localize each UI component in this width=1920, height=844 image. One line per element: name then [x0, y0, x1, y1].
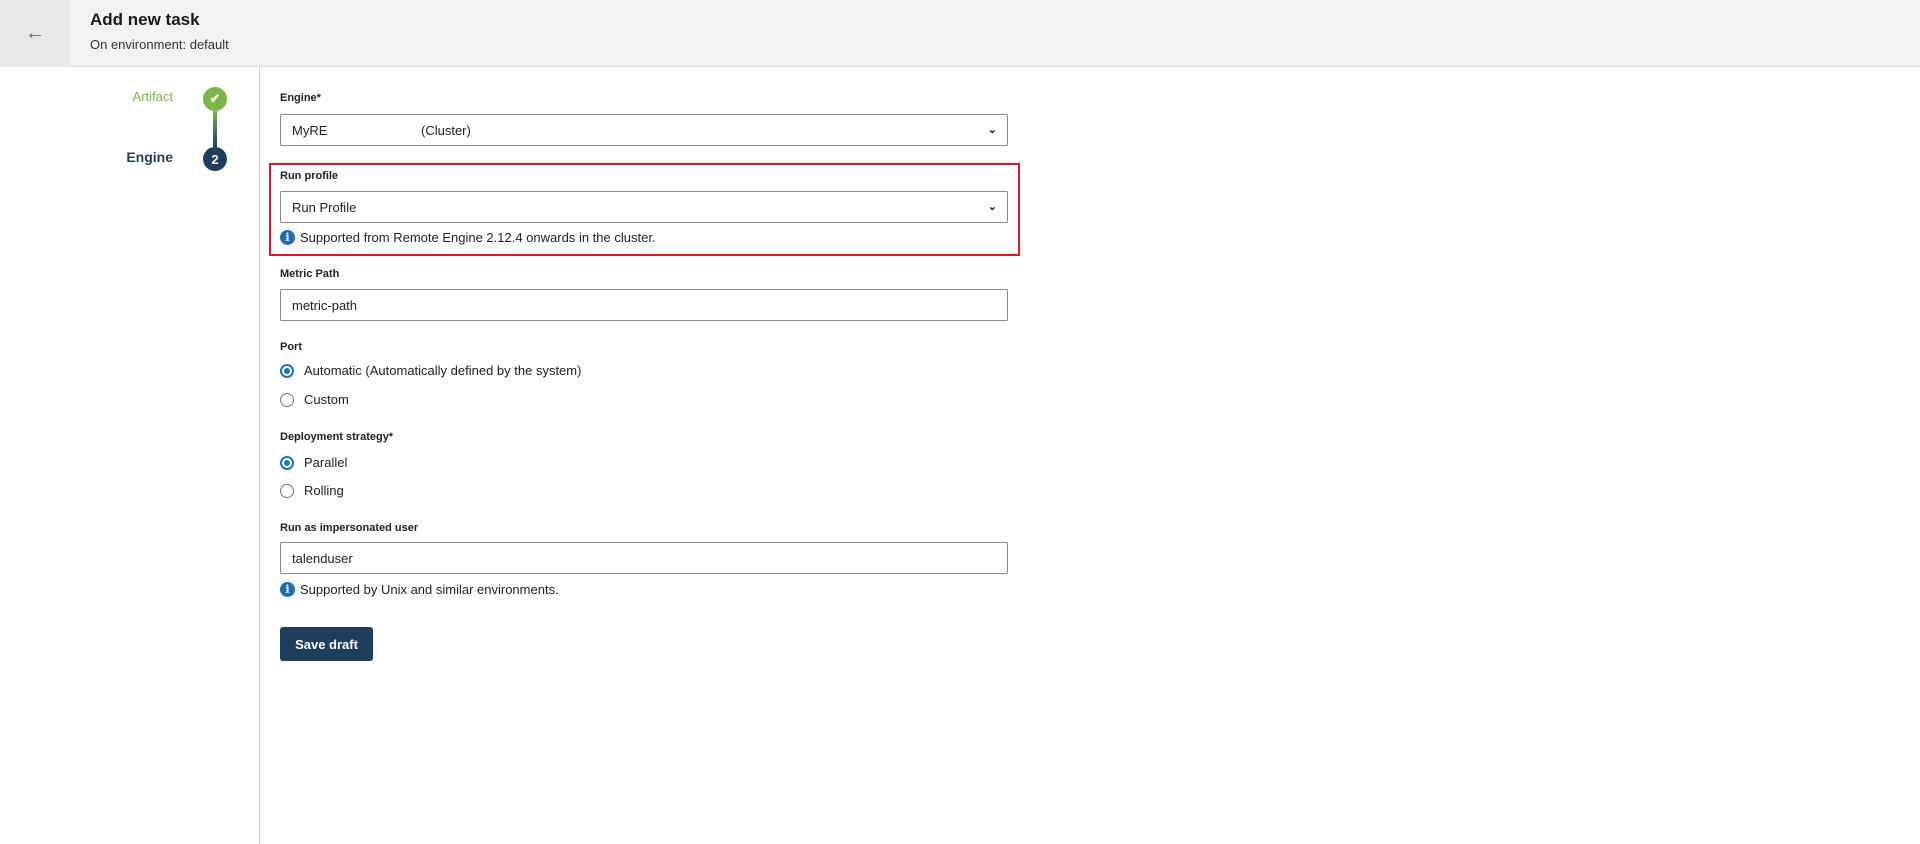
- engine-name: MyRE: [292, 122, 328, 138]
- page-subtitle: On environment: default: [90, 37, 229, 52]
- deployment-parallel-radio[interactable]: Parallel: [280, 455, 347, 470]
- step-connector: [213, 111, 217, 147]
- info-text: Supported by Unix and similar environmen…: [300, 582, 559, 597]
- info-icon: i: [280, 582, 295, 597]
- step-number-badge: 2: [203, 147, 227, 171]
- page-header: ← Add new task On environment: default: [0, 0, 1920, 67]
- port-automatic-radio[interactable]: Automatic (Automatically defined by the …: [280, 363, 581, 378]
- chevron-down-icon: ⌄: [987, 201, 997, 213]
- radio-label: Automatic (Automatically defined by the …: [304, 363, 582, 378]
- chevron-down-icon: ⌄: [987, 124, 997, 136]
- port-label: Port: [280, 341, 302, 353]
- metric-path-label: Metric Path: [280, 268, 340, 280]
- radio-checked-icon: [280, 363, 294, 378]
- info-icon: i: [280, 230, 295, 245]
- radio-checked-icon: [280, 455, 294, 470]
- run-profile-info: i Supported from Remote Engine 2.12.4 on…: [280, 230, 656, 245]
- radio-unchecked-icon: [280, 483, 294, 498]
- radio-label: Rolling: [304, 483, 344, 498]
- engine-type: (Cluster): [421, 122, 471, 138]
- metric-path-input[interactable]: metric-path: [280, 289, 1008, 321]
- run-profile-select[interactable]: Run Profile ⌄: [280, 191, 1008, 223]
- run-profile-value: Run Profile: [292, 199, 357, 215]
- impersonated-user-label: Run as impersonated user: [280, 522, 419, 534]
- check-icon: ✔: [203, 87, 227, 111]
- info-text: Supported from Remote Engine 2.12.4 onwa…: [300, 230, 656, 245]
- deployment-rolling-radio[interactable]: Rolling: [280, 483, 344, 498]
- page-title: Add new task: [90, 10, 200, 29]
- step-engine-label[interactable]: Engine: [126, 149, 173, 165]
- radio-unchecked-icon: [280, 392, 294, 407]
- arrow-left-icon: ←: [25, 22, 45, 44]
- sidebar-divider: [259, 67, 260, 844]
- impersonated-info: i Supported by Unix and similar environm…: [280, 582, 559, 597]
- radio-label: Parallel: [304, 455, 348, 470]
- impersonated-user-input[interactable]: talenduser: [280, 542, 1008, 574]
- back-button[interactable]: ←: [0, 0, 70, 67]
- save-draft-button[interactable]: Save draft: [280, 627, 373, 661]
- engine-label: Engine*: [280, 92, 321, 104]
- engine-select[interactable]: MyRE (Cluster) ⌄: [280, 114, 1008, 146]
- port-custom-radio[interactable]: Custom: [280, 392, 349, 407]
- deployment-strategy-label: Deployment strategy*: [280, 431, 394, 443]
- radio-label: Custom: [304, 392, 349, 407]
- step-artifact-label[interactable]: Artifact: [133, 89, 173, 104]
- run-profile-label: Run profile: [280, 170, 339, 182]
